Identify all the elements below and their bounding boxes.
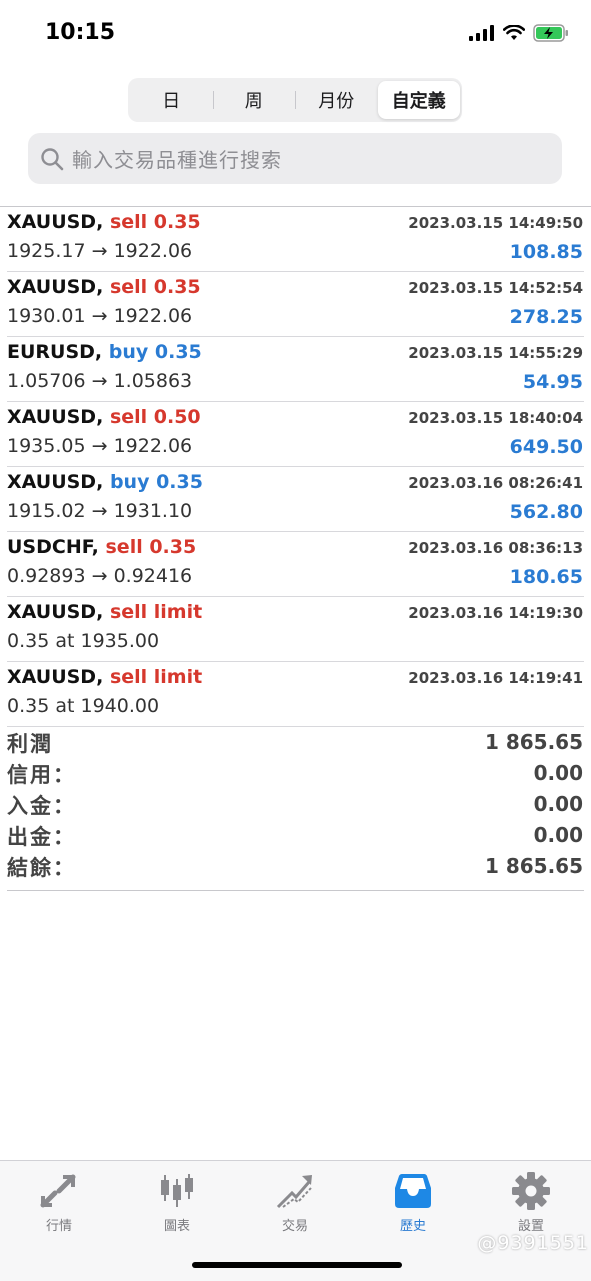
tab-label: 交易 (281, 1219, 308, 1234)
summary-label: 利潤 (7, 732, 53, 756)
row-time: 2023.03.16 14:19:30 (408, 604, 583, 622)
wifi-icon (503, 25, 525, 40)
history-row[interactable]: XAUUSD, sell 0.50 2023.03.15 18:40:04 19… (7, 402, 584, 467)
period-tab-week[interactable]: 周 (212, 81, 296, 119)
status-icons (469, 24, 569, 42)
summary-value: 0.00 (533, 761, 583, 785)
row-side: sell 0.35 (109, 211, 201, 233)
history-tray-icon (395, 1174, 431, 1208)
period-segmented-control: 日 周 月份 自定義 (128, 78, 462, 122)
row-side: sell 0.35 (109, 276, 201, 298)
row-symbol: XAUUSD, (7, 666, 104, 688)
row-symbol: EURUSD, (7, 341, 103, 363)
search-icon (41, 147, 64, 170)
summary-row-profit: 利潤 1 865.65 (7, 728, 584, 759)
summary-row-deposit: 入金： 0.00 (7, 790, 584, 821)
summary-label: 入金： (7, 794, 76, 818)
tab-label: 圖表 (163, 1219, 190, 1234)
row-profit: 54.95 (522, 371, 583, 393)
tab-label: 歷史 (399, 1219, 426, 1234)
divider (7, 890, 584, 891)
gear-icon (512, 1172, 550, 1210)
signal-icon (469, 25, 494, 41)
row-profit: 278.25 (509, 306, 583, 328)
summary-label: 結餘： (7, 856, 76, 880)
summary-label: 出金： (7, 825, 76, 849)
row-side: sell 0.50 (109, 406, 201, 428)
battery-charging-icon (533, 24, 568, 42)
trade-trend-icon (276, 1175, 312, 1209)
history-row[interactable]: XAUUSD, sell 0.35 2023.03.15 14:52:54 19… (7, 272, 584, 337)
row-price: 0.35 at 1935.00 (7, 630, 160, 652)
quotes-arrows-icon (40, 1174, 76, 1208)
row-symbol: XAUUSD, (7, 276, 104, 298)
row-time: 2023.03.16 14:19:41 (408, 669, 583, 687)
history-row[interactable]: USDCHF, sell 0.35 2023.03.16 08:36:13 0.… (7, 532, 584, 597)
row-profit: 108.85 (509, 241, 583, 263)
row-price: 1915.02 → 1931.10 (7, 500, 193, 522)
summary-value: 0.00 (533, 823, 583, 847)
row-profit: 180.65 (509, 566, 583, 588)
search-placeholder: 輸入交易品種進行搜索 (72, 148, 282, 172)
history-row[interactable]: XAUUSD, sell 0.35 2023.03.15 14:49:50 19… (7, 207, 584, 272)
home-indicator[interactable] (192, 1262, 402, 1268)
row-time: 2023.03.16 08:26:41 (408, 474, 583, 492)
row-time: 2023.03.15 18:40:04 (408, 409, 583, 427)
row-price: 1935.05 → 1922.06 (7, 435, 193, 457)
period-tab-day[interactable]: 日 (130, 81, 213, 119)
summary-label: 信用： (7, 763, 76, 787)
tab-history[interactable]: 歷史 (354, 1171, 472, 1234)
row-symbol: XAUUSD, (7, 211, 104, 233)
status-bar: 10:15 (0, 0, 591, 70)
summary-section: 利潤 1 865.65 信用： 0.00 入金： 0.00 出金： 0.00 結… (7, 728, 584, 883)
row-price: 1930.01 → 1922.06 (7, 305, 193, 327)
row-side: buy 0.35 (108, 341, 202, 363)
row-time: 2023.03.15 14:52:54 (408, 279, 583, 297)
summary-row-balance: 結餘： 1 865.65 (7, 852, 584, 883)
period-tab-custom[interactable]: 自定義 (377, 81, 460, 119)
summary-row-credit: 信用： 0.00 (7, 759, 584, 790)
row-profit: 562.80 (509, 501, 583, 523)
row-symbol: XAUUSD, (7, 406, 104, 428)
history-list: XAUUSD, sell 0.35 2023.03.15 14:49:50 19… (0, 207, 591, 727)
row-symbol: USDCHF, (7, 536, 99, 558)
summary-value: 1 865.65 (484, 730, 583, 754)
candlestick-chart-icon (161, 1174, 193, 1207)
row-price: 0.35 at 1940.00 (7, 695, 160, 717)
summary-value: 1 865.65 (484, 854, 583, 878)
status-time: 10:15 (45, 20, 116, 45)
watermark: @9391551 (477, 1232, 589, 1254)
summary-row-withdrawal: 出金： 0.00 (7, 821, 584, 852)
row-price: 1.05706 → 1.05863 (7, 370, 193, 392)
row-side: sell limit (109, 601, 203, 623)
tab-settings[interactable]: 設置 (472, 1171, 590, 1234)
tab-quotes[interactable]: 行情 (0, 1171, 118, 1234)
tab-trade[interactable]: 交易 (236, 1171, 354, 1234)
row-side: buy 0.35 (109, 471, 203, 493)
row-price: 0.92893 → 0.92416 (7, 565, 193, 587)
tab-label: 行情 (45, 1219, 72, 1234)
period-tab-month[interactable]: 月份 (295, 81, 378, 119)
row-profit: 649.50 (509, 436, 583, 458)
history-row[interactable]: XAUUSD, sell limit 2023.03.16 14:19:41 0… (7, 662, 584, 727)
row-price: 1925.17 → 1922.06 (7, 240, 193, 262)
row-symbol: XAUUSD, (7, 471, 104, 493)
history-row[interactable]: XAUUSD, buy 0.35 2023.03.16 08:26:41 191… (7, 467, 584, 532)
tab-chart[interactable]: 圖表 (118, 1171, 236, 1234)
row-time: 2023.03.15 14:55:29 (408, 344, 583, 362)
row-time: 2023.03.15 14:49:50 (408, 214, 583, 232)
search-input[interactable]: 輸入交易品種進行搜索 (28, 133, 562, 184)
row-side: sell limit (109, 666, 203, 688)
row-side: sell 0.35 (105, 536, 197, 558)
row-time: 2023.03.16 08:36:13 (408, 539, 583, 557)
history-row[interactable]: XAUUSD, sell limit 2023.03.16 14:19:30 0… (7, 597, 584, 662)
summary-value: 0.00 (533, 792, 583, 816)
row-symbol: XAUUSD, (7, 601, 104, 623)
history-row[interactable]: EURUSD, buy 0.35 2023.03.15 14:55:29 1.0… (7, 337, 584, 402)
